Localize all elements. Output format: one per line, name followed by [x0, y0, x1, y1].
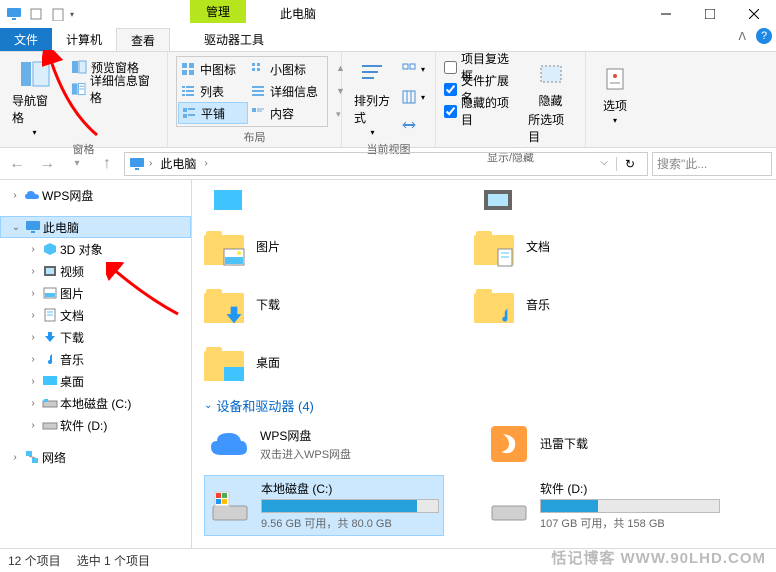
drive-icon [42, 395, 58, 411]
tree-item-music[interactable]: ›音乐 [0, 348, 191, 370]
ribbon-collapse-icon[interactable]: ᐱ [738, 30, 746, 43]
tab-view[interactable]: 查看 [116, 28, 170, 51]
address-bar: ← → ▾ ↑ › 此电脑 › ⌵ ↻ 搜索"此... [0, 148, 776, 180]
tree-item-drive-d[interactable]: ›软件 (D:) [0, 414, 191, 436]
ribbon-tabs: 文件 计算机 查看 驱动器工具 ᐱ ? [0, 28, 776, 52]
tab-computer[interactable]: 计算机 [52, 28, 116, 51]
network-icon [24, 449, 40, 465]
chevron-right-icon[interactable]: › [8, 188, 22, 202]
drive-wps[interactable]: WPS网盘 双击进入WPS网盘 [204, 419, 444, 469]
section-devices[interactable]: ⌄ 设备和驱动器 (4) [204, 388, 764, 419]
maximize-button[interactable] [688, 0, 732, 28]
tree-item-drive-c[interactable]: ›本地磁盘 (C:) [0, 392, 191, 414]
back-button[interactable]: ← [4, 151, 30, 177]
folder-videos-partial[interactable] [204, 184, 434, 214]
music-icon [42, 351, 58, 367]
pc-icon [25, 219, 41, 235]
view-content[interactable]: 内容 [248, 102, 326, 124]
hide-selected-button[interactable]: 隐藏 所选项目 [524, 56, 577, 147]
cloud-icon [208, 423, 250, 465]
breadcrumb-separator[interactable]: › [149, 158, 152, 169]
nav-pane-button[interactable]: 导航窗格 ▾ [8, 56, 61, 139]
tree-item-downloads[interactable]: ›下载 [0, 326, 191, 348]
tree-item-wps[interactable]: › WPS网盘 [0, 184, 191, 206]
qat-item[interactable] [26, 4, 46, 24]
add-columns-button[interactable]: ▾ [399, 86, 427, 108]
folder-partial-2[interactable] [474, 184, 704, 214]
ribbon: 导航窗格 ▾ 预览窗格 详细信息窗格 窗格 中图标 小图标 列表 详细信息 [0, 52, 776, 148]
window-title: 此电脑 [280, 5, 316, 22]
up-button[interactable]: ↑ [94, 151, 120, 177]
tree-item-network[interactable]: ›网络 [0, 446, 191, 468]
desktop-icon [42, 373, 58, 389]
chevron-down-icon: ⌄ [204, 400, 212, 411]
minimize-button[interactable] [644, 0, 688, 28]
drive-c[interactable]: 本地磁盘 (C:) 9.56 GB 可用，共 80.0 GB [204, 475, 444, 536]
qat-dropdown[interactable]: ▾ [70, 10, 74, 19]
video-icon [42, 263, 58, 279]
folder-music[interactable]: 音乐 [474, 278, 704, 330]
titlebar: ▾ 管理 此电脑 [0, 0, 776, 28]
usage-bar [261, 499, 439, 513]
view-tiles[interactable]: 平铺 [178, 102, 248, 124]
checkbox-hidden-items[interactable]: 隐藏的项目 [444, 100, 516, 122]
cube-icon [42, 241, 58, 257]
size-columns-button[interactable] [399, 114, 427, 136]
view-small-icons[interactable]: 小图标 [248, 58, 326, 80]
app-icon [4, 4, 24, 24]
folder-desktop[interactable]: 桌面 [204, 336, 434, 388]
tab-drive-tools[interactable]: 驱动器工具 [190, 28, 278, 51]
recent-button[interactable]: ▾ [64, 151, 90, 177]
status-selected: 选中 1 个项目 [77, 552, 150, 569]
search-input[interactable]: 搜索"此... [652, 152, 772, 176]
address-input[interactable]: › 此电脑 › ⌵ ↻ [124, 152, 648, 176]
qat-item[interactable] [48, 4, 68, 24]
tree-item-this-pc[interactable]: ⌄ 此电脑 [0, 216, 191, 238]
drive-d[interactable]: 软件 (D:) 107 GB 可用，共 158 GB [484, 475, 724, 536]
forward-button[interactable]: → [34, 151, 60, 177]
address-dropdown[interactable]: ⌵ [592, 157, 616, 171]
refresh-button[interactable]: ↻ [616, 157, 643, 171]
tree-item-documents[interactable]: ›文档 [0, 304, 191, 326]
view-details[interactable]: 详细信息 [248, 80, 326, 102]
navigation-pane: › WPS网盘 ⌄ 此电脑 ›3D 对象 ›视频 ›图片 ›文档 ›下载 ›音乐… [0, 180, 192, 548]
breadcrumb-separator[interactable]: › [204, 158, 207, 169]
tree-item-pictures[interactable]: ›图片 [0, 282, 191, 304]
cloud-icon [24, 187, 40, 203]
tree-item-desktop[interactable]: ›桌面 [0, 370, 191, 392]
view-list[interactable]: 列表 [178, 80, 248, 102]
details-pane-button[interactable]: 详细信息窗格 [69, 78, 159, 100]
drive-xunlei[interactable]: 迅雷下载 [484, 419, 724, 469]
watermark: 恬记博客 WWW.90LHD.COM [551, 547, 766, 568]
folder-documents[interactable]: 文档 [474, 220, 704, 272]
content-area: 图片 文档 下载 音乐 桌面 ⌄ 设备和驱动器 (4) [192, 180, 776, 548]
sort-by-button[interactable]: 排列方式 ▾ [350, 56, 395, 139]
contextual-tab-manage[interactable]: 管理 [190, 0, 246, 23]
group-by-button[interactable]: ▾ [399, 59, 427, 81]
view-medium-icons[interactable]: 中图标 [178, 58, 248, 80]
document-icon [42, 307, 58, 323]
drive-icon [209, 485, 251, 527]
download-icon [42, 329, 58, 345]
drive-icon [488, 485, 530, 527]
help-icon[interactable]: ? [756, 28, 772, 44]
folder-downloads[interactable]: 下载 [204, 278, 434, 330]
xunlei-icon [488, 423, 530, 465]
drive-icon [42, 417, 58, 433]
tree-item-videos[interactable]: ›视频 [0, 260, 191, 282]
picture-icon [42, 285, 58, 301]
close-button[interactable] [732, 0, 776, 28]
tab-file[interactable]: 文件 [0, 28, 52, 51]
chevron-down-icon[interactable]: ⌄ [9, 220, 23, 234]
folder-pictures[interactable]: 图片 [204, 220, 434, 272]
breadcrumb-root[interactable]: 此电脑 [156, 155, 200, 172]
usage-bar [540, 499, 720, 513]
options-button[interactable]: 选项 ▾ [594, 56, 636, 131]
tree-item-3d[interactable]: ›3D 对象 [0, 238, 191, 260]
status-count: 12 个项目 [8, 552, 61, 569]
